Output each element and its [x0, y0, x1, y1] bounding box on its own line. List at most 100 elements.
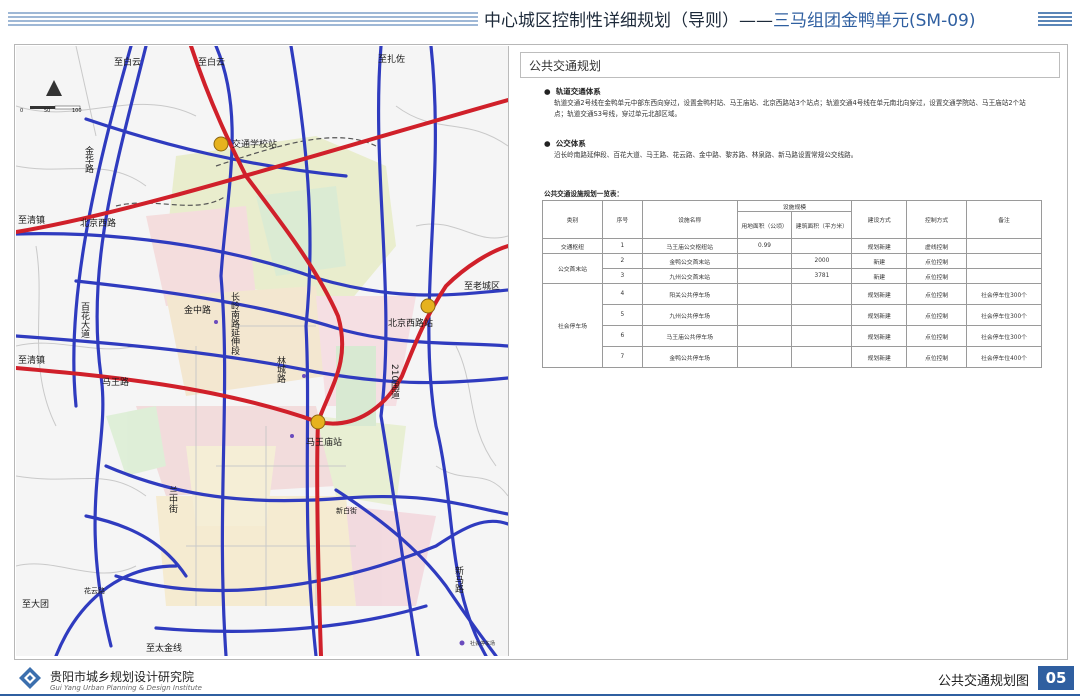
table-row: 6 马王庙公共停车场 规划新建 点位控制 社会停车位300个 [543, 325, 1042, 347]
header-stripes-right [1038, 12, 1072, 28]
col-header-mode: 建设方式 [851, 200, 908, 239]
cell-no: 4 [601, 283, 643, 305]
title-unit: 三马组团金鸭单元(SM-09) [773, 11, 976, 31]
scale-label-50: 50 [44, 108, 51, 114]
cell-no: 3 [601, 268, 643, 284]
cell-mode: 规划新建 [851, 325, 908, 347]
label-lincheng-lu: 林城路 [275, 356, 285, 383]
cell-build [791, 238, 853, 254]
cell-ctrl: 点位控制 [906, 268, 968, 284]
cell-mode: 规划新建 [851, 304, 908, 326]
cell-mode: 新建 [851, 253, 908, 269]
col-header-scale: 设施规模 [736, 200, 853, 212]
cell-build [791, 283, 853, 305]
label-baihua-dadao: 百花大道 [79, 302, 89, 338]
cell-name: 马王庙公交枢纽站 [641, 238, 738, 254]
cell-land [736, 268, 793, 284]
cell-no: 7 [601, 346, 643, 368]
north-arrow-icon [46, 80, 62, 96]
cell-land [736, 283, 793, 305]
scale-label-100: 100 [72, 108, 82, 114]
label-zhi-qingzhen-2: 至清镇 [18, 356, 46, 366]
institute-name-cn: 贵阳市城乡规划设计研究院 [50, 670, 195, 684]
cell-no: 6 [601, 325, 643, 347]
table-row: 社会停车场 4 阳关公共停车场 规划新建 点位控制 社会停车位300个 [542, 283, 1042, 368]
panel-heading-box: 公共交通规划 [520, 52, 1060, 78]
table-row: 公交首末站 2 金鸭公交首末站 2000 新建 点位控制 [542, 253, 1042, 284]
description-panel: 公共交通规划 ● 轨道交通体系 轨道交通2号线在金鸭单元中部东西向穿过，设置金鸭… [514, 46, 1064, 656]
cell-land [736, 304, 793, 326]
cell-note: 社会停车位300个 [966, 304, 1042, 326]
cell-no: 2 [601, 253, 643, 269]
facilities-table: 类别 序号 设施名称 设施规模 建设方式 控制方式 备注 用地面积（公顷） 建筑… [542, 200, 1042, 368]
label-zhi-laocheng: 至老城区 [464, 282, 501, 292]
panel-heading: 公共交通规划 [529, 59, 602, 73]
cell-land [736, 346, 793, 368]
cell-land [736, 253, 793, 269]
cell-land [736, 325, 793, 347]
cell-note: 社会停车位300个 [966, 283, 1042, 305]
label-zhi-qingzhen-1: 至清镇 [18, 216, 46, 226]
map-legend: 社会停车场 [470, 641, 496, 647]
label-lanzhong-jie: 兰中街 [167, 486, 177, 513]
table-row: 3 九州公交首末站 3781 新建 点位控制 [543, 268, 1042, 284]
scale-label-0: 0 [20, 108, 24, 114]
cell-note [966, 238, 1042, 254]
col-header-land: 用地面积（公顷） [736, 211, 793, 239]
page-title: 中心城区控制性详细规划（导则）——三马组团金鸭单元(SM-09) [484, 6, 976, 31]
col-header-build: 建筑面积（平方米） [791, 211, 853, 239]
table-row: 7 金鸭公共停车场 规划新建 点位控制 社会停车位400个 [543, 346, 1042, 368]
label-xinbai: 新白街 [336, 507, 357, 515]
cell-mode: 规划新建 [851, 346, 908, 368]
label-jinhua-lu: 金华路 [83, 146, 93, 173]
cell-name: 阳关公共停车场 [641, 283, 738, 305]
label-xinma-lu: 新马路 [453, 566, 463, 593]
cell-no: 1 [601, 238, 643, 254]
rail-section-title: ● 轨道交通体系 [544, 87, 601, 96]
cell-note [966, 253, 1042, 269]
label-beijing-xilu-road: 北京西路 [80, 219, 117, 229]
title-main: 中心城区控制性详细规划（导则）—— [484, 11, 773, 31]
page-number: 05 [1038, 666, 1074, 690]
drawing-title: 公共交通规划图 [938, 674, 1030, 689]
label-mawang-miao-station: 马王庙站 [306, 438, 343, 448]
cell-build: 2000 [791, 253, 853, 269]
label-changling-nanlu: 长岭南路延伸段 [229, 292, 239, 355]
header-stripes-left [8, 12, 478, 28]
col-header-note: 备注 [966, 200, 1042, 239]
cell-mode: 新建 [851, 268, 908, 284]
rail-section-text: 轨道交通2号线在金鸭单元中部东西向穿过，设置金鸭村站、马王庙站、北京西路站3个站… [554, 99, 1026, 118]
col-header-name: 设施名称 [641, 200, 738, 239]
cell-build [791, 304, 853, 326]
table-row: 交通枢纽 1 马王庙公交枢纽站 0.99 规划新建 虚线控制 [542, 238, 1042, 254]
bus-section-title: ● 公交体系 [544, 139, 586, 148]
cell-ctrl: 点位控制 [906, 304, 968, 326]
cell-ctrl: 虚线控制 [906, 238, 968, 254]
cell-mode: 规划新建 [851, 238, 908, 254]
label-zhi-zhazuo: 至扎佐 [378, 55, 406, 65]
label-beijing-xilu-station: 北京西路站 [388, 319, 434, 329]
col-header-ctrl: 控制方式 [906, 200, 968, 239]
label-jinzhong-lu: 金中路 [184, 306, 212, 316]
label-route-210: 210国道 [389, 364, 399, 400]
label-huayun: 花云路 [84, 587, 105, 595]
col-header-no: 序号 [601, 200, 643, 239]
cell-note [966, 268, 1042, 284]
cell-name: 马王庙公共停车场 [641, 325, 738, 347]
table-row: 5 九州公共停车场 规划新建 点位控制 社会停车位300个 [543, 304, 1042, 326]
col-header-type: 类别 [542, 200, 603, 239]
legend-parking-icon [459, 640, 465, 646]
label-jiaotong-xuexiao-station: 交通学校站 [232, 140, 278, 150]
institute-logo-icon [19, 667, 41, 689]
cell-land: 0.99 [736, 238, 793, 254]
label-zhi-baiyun-2: 至白云 [198, 58, 226, 68]
cell-no: 5 [601, 304, 643, 326]
page-footer: 贵阳市城乡规划设计研究院 Gui Yang Urban Planning & D… [0, 660, 1080, 696]
cell-note: 社会停车位400个 [966, 346, 1042, 368]
cell-ctrl: 点位控制 [906, 325, 968, 347]
label-zhi-taijin: 至太金线 [146, 644, 183, 654]
cell-type: 社会停车场 [542, 283, 603, 368]
cell-name: 九州公交首末站 [641, 268, 738, 284]
page-header: 中心城区控制性详细规划（导则）——三马组团金鸭单元(SM-09) [0, 0, 1080, 38]
cell-type: 交通枢纽 [542, 238, 603, 254]
